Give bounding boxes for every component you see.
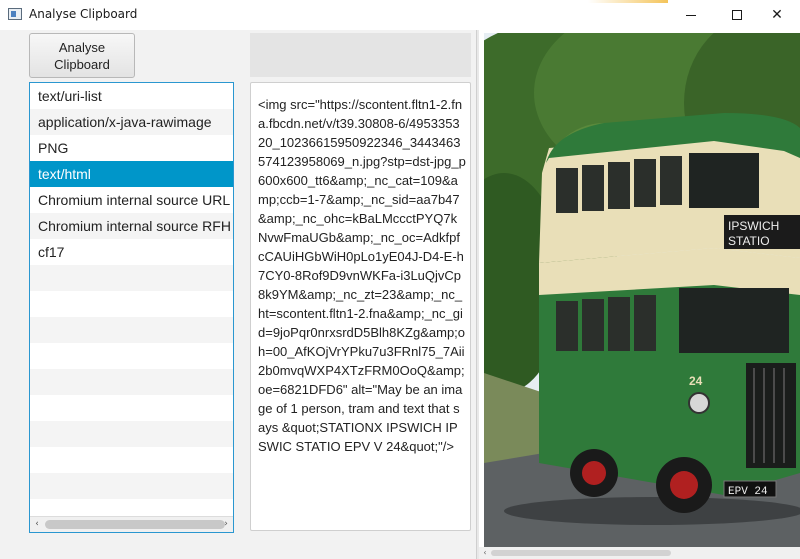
clipboard-content-text: <img src="https://scontent.fltn1-2.fna.f… (258, 97, 466, 454)
list-item[interactable]: Chromium internal source RFH token (30, 213, 233, 239)
list-item[interactable]: application/x-java-rawimage (30, 109, 233, 135)
list-item[interactable]: text/uri-list (30, 83, 233, 109)
image-preview-pane: IPSWICH STATIO 24 EPV 24 (479, 30, 800, 559)
analyse-button-label-line2: Clipboard (54, 57, 110, 72)
list-horizontal-scrollbar[interactable]: ‹ › (30, 516, 233, 532)
scrollbar-thumb[interactable] (491, 550, 671, 556)
window-title: Analyse Clipboard (29, 7, 138, 21)
content-header-bar (250, 33, 471, 77)
empty-list-row (30, 395, 233, 421)
empty-list-row (30, 291, 233, 317)
bus-fleet-number: 24 (689, 374, 703, 388)
image-horizontal-scrollbar[interactable]: ‹ (479, 547, 800, 559)
empty-list-row (30, 369, 233, 395)
bus-registration-plate: EPV 24 (728, 486, 768, 498)
close-button[interactable]: ✕ (754, 0, 800, 30)
app-window-icon (8, 8, 22, 20)
empty-list-row (30, 473, 233, 499)
list-item[interactable]: Chromium internal source URL (30, 187, 233, 213)
maximize-icon (732, 10, 742, 20)
title-bar-accent (588, 0, 668, 3)
analyse-button-label-line1: Analyse (58, 40, 106, 55)
empty-list-row (30, 421, 233, 447)
minimize-icon (686, 14, 696, 16)
scroll-left-icon[interactable]: ‹ (30, 517, 44, 532)
list-item[interactable]: cf17 (30, 239, 233, 265)
clipboard-flavor-list[interactable]: text/uri-list application/x-java-rawimag… (29, 82, 234, 533)
scroll-left-icon[interactable]: ‹ (479, 547, 491, 559)
scrollbar-thumb[interactable] (45, 520, 225, 529)
scroll-right-icon[interactable]: › (219, 517, 233, 532)
analyse-clipboard-button[interactable]: Analyse Clipboard (29, 33, 135, 78)
bus-destination-line1: IPSWICH (728, 219, 779, 233)
minimize-button[interactable] (668, 0, 714, 30)
close-icon: ✕ (771, 7, 783, 23)
list-item-selected[interactable]: text/html (30, 161, 233, 187)
empty-list-row (30, 317, 233, 343)
empty-list-row (30, 447, 233, 473)
bus-destination-line2: STATIO (728, 234, 770, 248)
empty-list-row (30, 265, 233, 291)
bus-photo: IPSWICH STATIO 24 EPV 24 (484, 33, 800, 551)
empty-list-row (30, 343, 233, 369)
list-item[interactable]: PNG (30, 135, 233, 161)
clipboard-content-textarea[interactable]: <img src="https://scontent.fltn1-2.fna.f… (250, 82, 471, 531)
